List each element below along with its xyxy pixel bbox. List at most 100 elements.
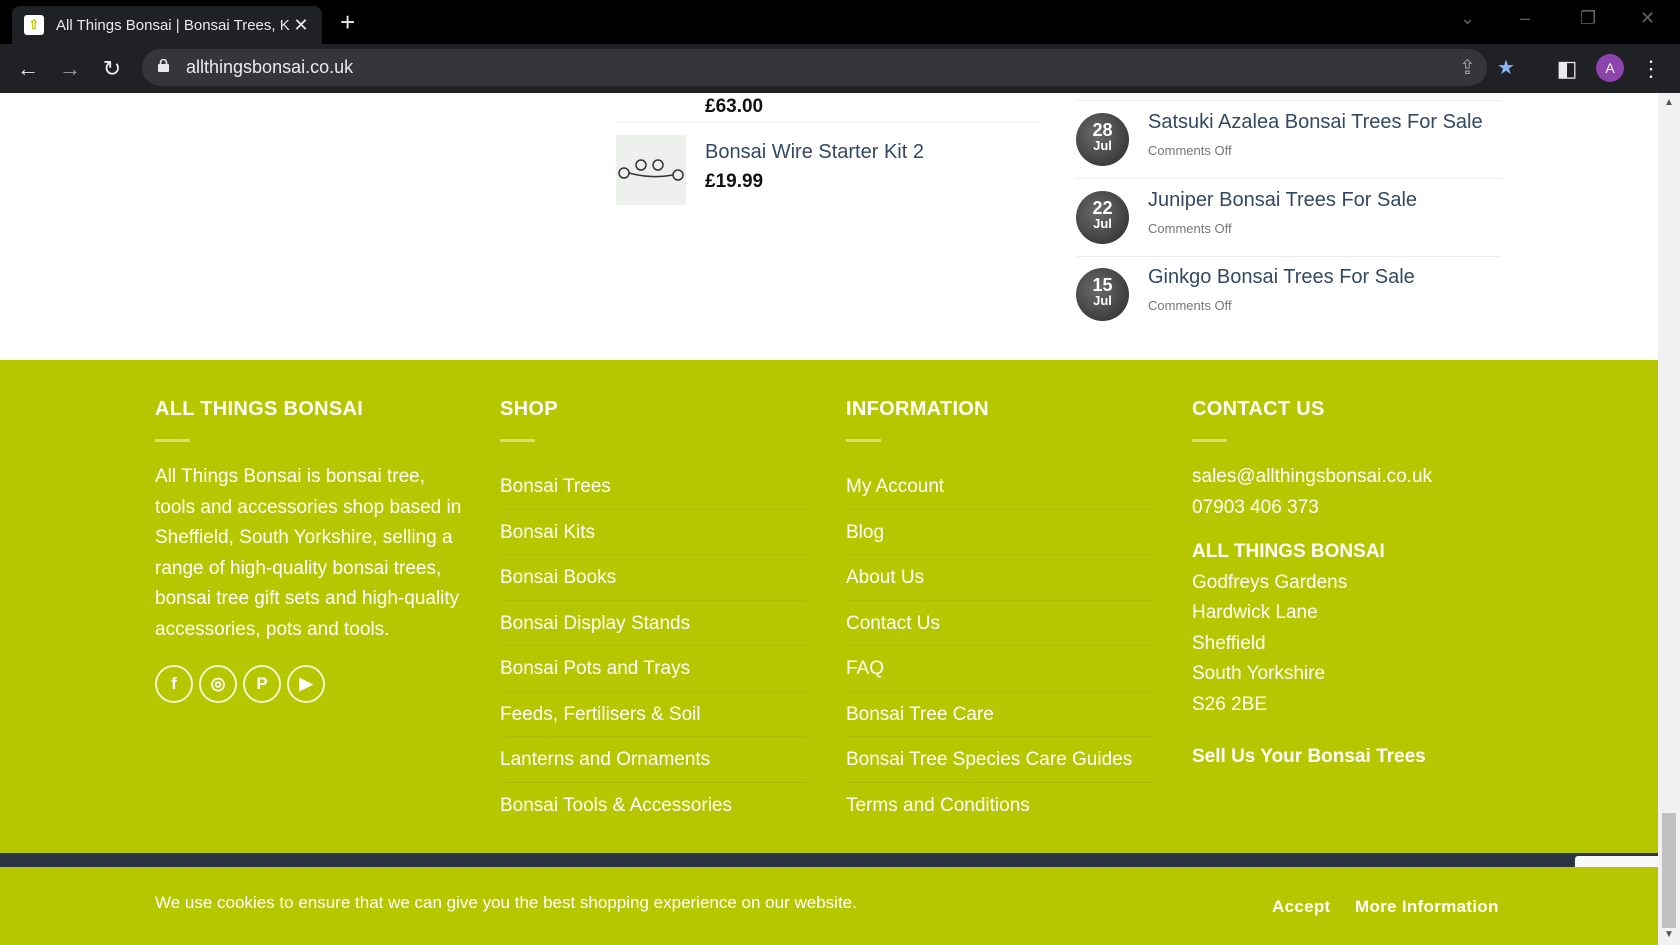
- footer-link[interactable]: Terms and Conditions: [846, 783, 1156, 829]
- heading-rule: [846, 439, 881, 442]
- address-line: South Yorkshire: [1192, 663, 1326, 684]
- product-name[interactable]: Bonsai Wire Starter Kit 2: [705, 141, 924, 164]
- site-favicon-icon: ⇧: [24, 15, 44, 35]
- footer-heading: INFORMATION: [846, 398, 989, 420]
- scroll-down-icon[interactable]: ▼: [1664, 929, 1674, 940]
- divider: [616, 122, 1041, 123]
- accept-cookies-button[interactable]: Accept: [1272, 897, 1331, 917]
- url-text: allthingsbonsai.co.uk: [186, 57, 354, 77]
- post-month: Jul: [1093, 293, 1112, 308]
- profile-avatar[interactable]: A: [1596, 54, 1624, 82]
- more-information-button[interactable]: More Information: [1355, 897, 1499, 917]
- footer-link[interactable]: Bonsai Tools & Accessories: [500, 783, 810, 829]
- browser-tab-bar: ⇧ All Things Bonsai | Bonsai Trees, K ✕ …: [0, 0, 1680, 44]
- product-price: £63.00: [705, 96, 764, 117]
- sell-trees-link[interactable]: Sell Us Your Bonsai Trees: [1192, 742, 1432, 773]
- contact-email[interactable]: sales@allthingsbonsai.co.uk: [1192, 462, 1432, 493]
- footer-link[interactable]: About Us: [846, 555, 1156, 601]
- address-line: S26 2BE: [1192, 693, 1267, 715]
- tab-search-icon[interactable]: ⌄: [1460, 8, 1475, 29]
- footer-link[interactable]: Contact Us: [846, 601, 1156, 646]
- address-line: Hardwick Lane: [1192, 602, 1318, 623]
- about-text: All Things Bonsai is bonsai tree, tools …: [155, 466, 462, 640]
- footer-heading: CONTACT US: [1192, 398, 1325, 420]
- instagram-icon[interactable]: ◎: [199, 665, 237, 703]
- page-viewport: £63.00 Bonsai Wire Starter Kit 2 £19.99 …: [0, 93, 1658, 945]
- bookmark-star-icon[interactable]: ★: [1497, 55, 1515, 80]
- social-links: f ◎ P ▶: [155, 665, 465, 703]
- tab-title: All Things Bonsai | Bonsai Trees, K: [56, 16, 290, 34]
- footer-bottom-bar: [0, 853, 1658, 867]
- footer-contact: CONTACT US sales@allthingsbonsai.co.uk 0…: [1192, 398, 1432, 773]
- shop-links: Bonsai Trees Bonsai Kits Bonsai Books Bo…: [500, 464, 810, 828]
- footer-link[interactable]: Blog: [846, 510, 1156, 555]
- post-date-badge: 22 Jul: [1076, 191, 1129, 244]
- footer-link[interactable]: Bonsai Display Stands: [500, 601, 810, 646]
- menu-kebab-icon[interactable]: ⋮: [1636, 54, 1666, 84]
- scroll-up-icon[interactable]: ▲: [1664, 97, 1674, 108]
- post-item[interactable]: 15 Jul Ginkgo Bonsai Trees For Sale Comm…: [1076, 256, 1502, 334]
- browser-toolbar: ← → ↻ allthingsbonsai.co.uk ⇪ ★ ◧ A ⋮: [0, 44, 1680, 93]
- cookie-banner: We use cookies to ensure that we can giv…: [0, 867, 1658, 945]
- footer-heading: SHOP: [500, 398, 558, 420]
- contact-phone[interactable]: 07903 406 373: [1192, 493, 1432, 524]
- product-price: £19.99: [705, 171, 764, 192]
- scrollbar-thumb[interactable]: [1662, 813, 1676, 928]
- lock-icon: [158, 59, 169, 72]
- footer-heading: ALL THINGS BONSAI: [155, 398, 364, 420]
- post-day: 15: [1092, 275, 1113, 295]
- page-scrollbar[interactable]: ▲ ▼: [1658, 93, 1680, 945]
- footer-information: INFORMATION My Account Blog About Us Con…: [846, 398, 1156, 828]
- forward-icon[interactable]: →: [55, 54, 85, 84]
- reload-icon[interactable]: ↻: [97, 54, 127, 84]
- side-panel-icon[interactable]: ◧: [1552, 54, 1582, 84]
- company-name: ALL THINGS BONSAI: [1192, 541, 1385, 562]
- footer-shop: SHOP Bonsai Trees Bonsai Kits Bonsai Boo…: [500, 398, 810, 828]
- heading-rule: [1192, 439, 1227, 442]
- post-title[interactable]: Satsuki Azalea Bonsai Trees For Sale: [1148, 111, 1483, 134]
- share-icon[interactable]: ⇪: [1459, 55, 1476, 80]
- youtube-icon[interactable]: ▶: [287, 665, 325, 703]
- footer-link[interactable]: Bonsai Tree Care: [846, 692, 1156, 737]
- contact-block: sales@allthingsbonsai.co.uk 07903 406 37…: [1192, 462, 1432, 773]
- post-month: Jul: [1093, 138, 1112, 153]
- footer-link[interactable]: Bonsai Pots and Trays: [500, 646, 810, 692]
- footer-link[interactable]: Bonsai Books: [500, 555, 810, 601]
- footer-link[interactable]: Bonsai Tree Species Care Guides: [846, 737, 1156, 783]
- footer-link[interactable]: Lanterns and Ornaments: [500, 737, 810, 783]
- back-icon[interactable]: ←: [13, 54, 43, 84]
- product-item[interactable]: £63.00: [616, 93, 1041, 117]
- post-title[interactable]: Ginkgo Bonsai Trees For Sale: [1148, 266, 1415, 289]
- post-title[interactable]: Juniper Bonsai Trees For Sale: [1148, 189, 1417, 212]
- browser-tab[interactable]: ⇧ All Things Bonsai | Bonsai Trees, K ✕: [12, 6, 322, 44]
- address-bar[interactable]: allthingsbonsai.co.uk ⇪ ★: [142, 49, 1515, 86]
- product-thumbnail[interactable]: [616, 135, 686, 205]
- post-comments: Comments Off: [1148, 221, 1232, 236]
- footer-link[interactable]: FAQ: [846, 646, 1156, 692]
- footer-link[interactable]: Feeds, Fertilisers & Soil: [500, 692, 810, 737]
- tab-close-icon[interactable]: ✕: [292, 15, 310, 36]
- post-date-badge: 28 Jul: [1076, 113, 1129, 166]
- address-line: Sheffield: [1192, 632, 1266, 654]
- footer-link[interactable]: Bonsai Kits: [500, 510, 810, 555]
- info-links: My Account Blog About Us Contact Us FAQ …: [846, 464, 1156, 828]
- site-footer: ALL THINGS BONSAI All Things Bonsai is b…: [0, 360, 1658, 853]
- window-close-icon[interactable]: ✕: [1640, 8, 1655, 29]
- post-date-badge: 15 Jul: [1076, 268, 1129, 321]
- footer-about: ALL THINGS BONSAI All Things Bonsai is b…: [155, 398, 465, 703]
- post-item[interactable]: 22 Jul Juniper Bonsai Trees For Sale Com…: [1076, 179, 1502, 257]
- heading-rule: [500, 439, 535, 442]
- post-day: 28: [1092, 120, 1113, 140]
- facebook-icon[interactable]: f: [155, 665, 193, 703]
- new-tab-button[interactable]: +: [340, 9, 355, 35]
- footer-link[interactable]: My Account: [846, 464, 1156, 510]
- product-item[interactable]: Bonsai Wire Starter Kit 2 £19.99: [616, 135, 1041, 205]
- footer-link[interactable]: Bonsai Trees: [500, 464, 810, 510]
- post-comments: Comments Off: [1148, 298, 1232, 313]
- post-item[interactable]: 28 Jul Satsuki Azalea Bonsai Trees For S…: [1076, 101, 1502, 179]
- restore-icon[interactable]: ❐: [1580, 8, 1596, 29]
- pinterest-icon[interactable]: P: [243, 665, 281, 703]
- minimize-icon[interactable]: –: [1520, 8, 1530, 29]
- post-day: 22: [1092, 198, 1113, 218]
- cookie-message: We use cookies to ensure that we can giv…: [155, 893, 857, 912]
